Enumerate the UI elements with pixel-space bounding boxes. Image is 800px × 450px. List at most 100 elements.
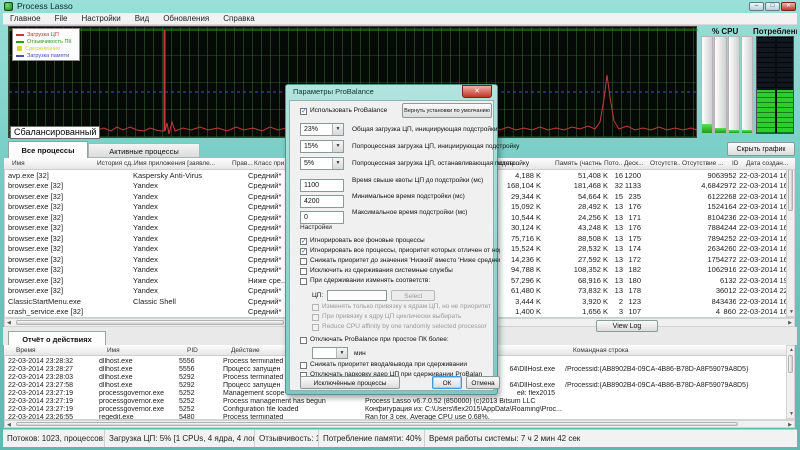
- dialog-title: Параметры ProBalance: [293, 87, 374, 96]
- checkbox-icon[interactable]: [300, 268, 307, 275]
- window-buttons: – □ ✕: [749, 2, 796, 11]
- title-bar[interactable]: Process Lasso – □ ✕: [0, 0, 800, 13]
- probalance-dialog[interactable]: Параметры ProBalance ✕ ✓Использовать Pro…: [285, 84, 498, 395]
- chevron-down-icon: ▼: [332, 141, 343, 152]
- checkbox-icon[interactable]: ✓: [300, 248, 307, 255]
- checkbox-row[interactable]: При сдерживании изменять соответств:: [300, 277, 500, 287]
- dialog-close-icon[interactable]: ✕: [462, 85, 492, 98]
- tab-actions-log[interactable]: Отчёт о действиях: [8, 331, 106, 345]
- excluded-processes-button[interactable]: Исключённые процессы: [300, 376, 400, 389]
- menu-item-справка[interactable]: Справка: [223, 14, 254, 23]
- status-item: Загрузка ЦП: 5% [1 CPUs, 4 ядра, 4 логич…: [105, 430, 255, 447]
- combo-row: 23%▼Общая загрузка ЦП, инициирующая подс…: [300, 123, 495, 140]
- chevron-down-icon: ▼: [332, 158, 343, 169]
- cpu-affinity-input[interactable]: [327, 290, 387, 301]
- col-threads: Пото...: [604, 160, 622, 167]
- checkbox-icon[interactable]: ✓: [300, 238, 307, 245]
- checkbox-icon[interactable]: [300, 337, 307, 344]
- view-log-button[interactable]: View Log: [596, 320, 658, 332]
- col-mem-peak: Память (частны...: [555, 160, 602, 167]
- checkbox-row[interactable]: ✓Игнорировать все процессы, приоритет ко…: [300, 247, 500, 257]
- cpu-core-bar: [728, 36, 740, 134]
- log-col-cmdline: Командная строка: [573, 347, 628, 354]
- status-bar: Потоков: 1023, процессов: 67Загрузка ЦП:…: [3, 429, 797, 447]
- col-name: Имя: [12, 160, 92, 167]
- maximize-icon[interactable]: □: [765, 2, 780, 11]
- memory-meter: [756, 36, 794, 134]
- percent-combo[interactable]: 15%▼: [300, 140, 344, 153]
- col-history: История сд...: [97, 160, 135, 167]
- menu-bar: Главное File Настройки Вид Обновления Справка: [3, 13, 797, 25]
- ms-input[interactable]: 0: [300, 211, 344, 224]
- combo-row: 15%▼Попроцессная загрузка ЦП, инициирующ…: [300, 140, 495, 157]
- checkbox-icon[interactable]: [300, 278, 307, 285]
- col-absent1: Отсутств...: [650, 160, 680, 167]
- dialog-body: ✓Использовать ProBalance Вернуть установ…: [289, 100, 494, 391]
- checkbox-icon: [312, 324, 319, 331]
- line-swatch-icon: [16, 34, 24, 36]
- checkbox-row: Reduce CPU affinity by one randomly sele…: [312, 323, 491, 333]
- log-col-time: Время: [16, 347, 36, 354]
- menu-item-вид[interactable]: Вид: [135, 14, 149, 23]
- tab-all-processes[interactable]: Все процессы: [8, 141, 88, 158]
- legend-item: Сдерживание: [16, 45, 77, 52]
- tab-active-processes[interactable]: Активные процессы: [88, 143, 200, 158]
- cpu-core-bar: [714, 36, 726, 134]
- status-item: Потребление памяти: 40% из 8 Гб дс: [319, 430, 425, 447]
- checkbox-row[interactable]: ✓Игнорировать все фоновые процессы: [300, 237, 500, 247]
- cpu-core-bar: [741, 36, 753, 134]
- settings-section-label: Настройки: [300, 224, 332, 231]
- menu-item-обновления[interactable]: Обновления: [163, 14, 209, 23]
- status-item: Потоков: 1023, процессов: 67: [3, 430, 105, 447]
- checkbox-row[interactable]: Снижать приоритет ввода/вывода при сдерж…: [300, 361, 467, 371]
- checkbox-row[interactable]: ✓Использовать ProBalance: [300, 107, 387, 117]
- status-item: Время работы системы: 7 ч 2 мин 42 сек: [425, 430, 665, 447]
- checkbox-row: Изменять только привязку к ядрам ЦП, но …: [312, 303, 491, 313]
- menu-item-file[interactable]: File: [55, 14, 68, 23]
- log-row[interactable]: 22-03-2014 23:27:19processgovernor.exe52…: [4, 405, 795, 413]
- dashed-swatch-icon: [16, 55, 24, 57]
- log-col-pid: PID: [187, 347, 198, 354]
- app-icon: [4, 2, 13, 11]
- idle-unit-label: мин: [354, 350, 366, 357]
- idle-minutes-combo[interactable]: ▼: [312, 347, 348, 359]
- balance-mode-label: Сбалансированный: [10, 126, 100, 139]
- cancel-button[interactable]: Отмена: [466, 376, 500, 389]
- checkbox-icon[interactable]: [300, 258, 307, 265]
- hide-graph-button[interactable]: Скрыть график: [727, 142, 795, 156]
- restore-defaults-button[interactable]: Вернуть установки по умолчанию: [402, 103, 492, 118]
- col-rights: Прав...: [232, 160, 254, 167]
- log-vscrollbar[interactable]: ▲ ▼: [786, 345, 795, 419]
- checkbox-row[interactable]: Исключить из сдерживания системные служб…: [300, 267, 500, 277]
- checkbox-icon: [312, 304, 319, 311]
- close-icon[interactable]: ✕: [781, 2, 796, 11]
- percent-combo[interactable]: 23%▼: [300, 123, 344, 136]
- col-created: Дата создан...: [746, 160, 796, 167]
- col-app: Имя приложения [заявле...: [134, 160, 230, 167]
- percent-combo[interactable]: 5%▼: [300, 157, 344, 170]
- input-row: 4200Минимальное время подстройки (мс): [300, 190, 495, 206]
- legend-item: Загрузка памяти: [16, 52, 77, 59]
- select-button: Select: [391, 290, 435, 301]
- line-swatch-icon: [16, 41, 24, 43]
- chevron-down-icon: ▼: [336, 348, 347, 358]
- log-row[interactable]: 22-03-2014 23:27:19processgovernor.exe52…: [4, 397, 795, 405]
- checkbox-icon[interactable]: [300, 362, 307, 369]
- memory-meter-label: Потребление: [753, 27, 797, 36]
- checkbox-row[interactable]: Отключать ProBalance при простое ПК боле…: [300, 336, 449, 346]
- ok-button[interactable]: ОК: [432, 376, 462, 389]
- legend-item: Отзывчивость ПК: [16, 38, 77, 45]
- status-item: Отзывчивость: 100%: [255, 430, 319, 447]
- legend-item: Загрузка ЦП: [16, 31, 77, 38]
- menu-item-настройки[interactable]: Настройки: [81, 14, 120, 23]
- minimize-icon[interactable]: –: [749, 2, 764, 11]
- window-title: Process Lasso: [17, 1, 73, 11]
- checkbox-row[interactable]: Снижать приоритет до значения 'Низкий' в…: [300, 257, 500, 267]
- input-row: 0Максимальное время подстройки (мс): [300, 206, 495, 222]
- cpu-meter-label: % CPU: [712, 27, 752, 36]
- log-hscrollbar[interactable]: ◀ ▶: [4, 420, 795, 428]
- log-col-action: Действие: [231, 347, 260, 354]
- menu-item-главное[interactable]: Главное: [10, 14, 41, 23]
- checkbox-row: При привязку к ядру ЦП циклически выбира…: [312, 313, 491, 323]
- checkbox-icon[interactable]: ✓: [300, 108, 307, 115]
